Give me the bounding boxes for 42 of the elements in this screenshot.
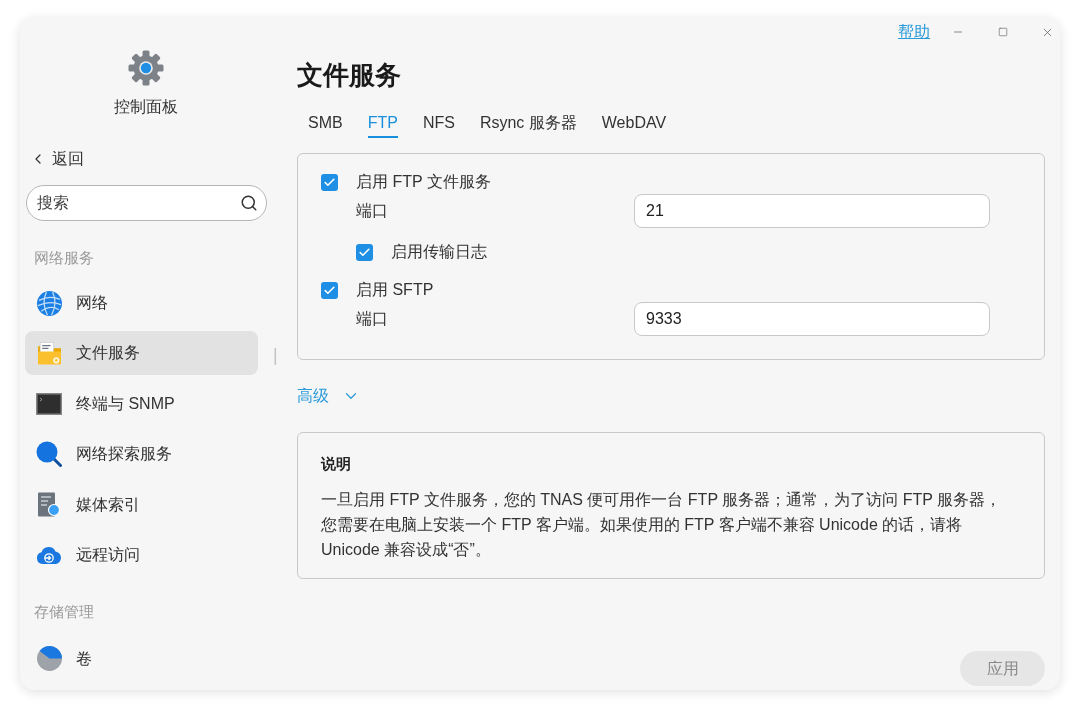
- app-title: 控制面板: [114, 97, 178, 117]
- magnifier-icon: [36, 441, 62, 468]
- sidebar-item[interactable]: 终端与 SNMP: [25, 381, 258, 426]
- check-icon: [323, 175, 336, 189]
- back-button[interactable]: 返回: [30, 148, 84, 170]
- checkbox-label: 启用传输日志: [391, 242, 487, 262]
- document-search-icon: [36, 491, 62, 518]
- terminal-icon: [36, 392, 62, 415]
- sidebar-item[interactable]: 网络: [25, 281, 258, 325]
- checkbox-label: 启用 FTP 文件服务: [356, 172, 491, 192]
- maximize-icon: [998, 27, 1008, 37]
- pie-chart-icon: [36, 646, 62, 672]
- sidebar-item[interactable]: 卷: [25, 636, 258, 681]
- tab[interactable]: WebDAV: [601, 112, 667, 138]
- tab[interactable]: SMB: [308, 112, 343, 138]
- checkbox[interactable]: [321, 173, 338, 191]
- search-field[interactable]: 搜索: [26, 185, 267, 221]
- section-heading: 存储管理: [33, 601, 95, 622]
- resize-grip-icon[interactable]: [274, 348, 277, 365]
- port-input[interactable]: 21: [634, 194, 990, 228]
- port-input[interactable]: 9333: [634, 302, 990, 336]
- sidebar-item[interactable]: 远程访问: [25, 532, 258, 577]
- tab[interactable]: Rsync 服务器: [479, 112, 577, 138]
- globe-icon: [36, 290, 62, 316]
- checkbox[interactable]: [356, 243, 373, 261]
- check-icon: [358, 245, 371, 259]
- field-label: 端口: [356, 201, 389, 221]
- checkbox-label: 启用 SFTP: [356, 280, 434, 300]
- gear-icon: [128, 50, 164, 86]
- sidebar-item[interactable]: 媒体索引: [25, 482, 258, 527]
- check-icon: [323, 283, 336, 297]
- description-text: 一旦启用 FTP 文件服务，您的 TNAS 便可用作一台 FTP 服务器；通常，为了访问 FTP 服务器，您需要在电脑上安装一个 FTP 客户端。如果使用的 FTP 客户端不兼容 Unicode 的话，请将 Unicode 兼容设成“否”。: [321, 490, 1003, 560]
- checkbox[interactable]: [321, 281, 338, 299]
- folder-icon: [36, 340, 62, 366]
- sidebar-item[interactable]: 网络探索服务: [25, 432, 258, 477]
- description-title: 说明: [321, 454, 352, 474]
- search-icon[interactable]: [240, 194, 258, 212]
- tab[interactable]: NFS: [422, 112, 455, 138]
- page-title: 文件服务: [297, 59, 402, 92]
- section-heading: 网络服务: [33, 248, 95, 268]
- sidebar-item[interactable]: 文件服务: [25, 331, 258, 376]
- field-label: 端口: [356, 309, 389, 329]
